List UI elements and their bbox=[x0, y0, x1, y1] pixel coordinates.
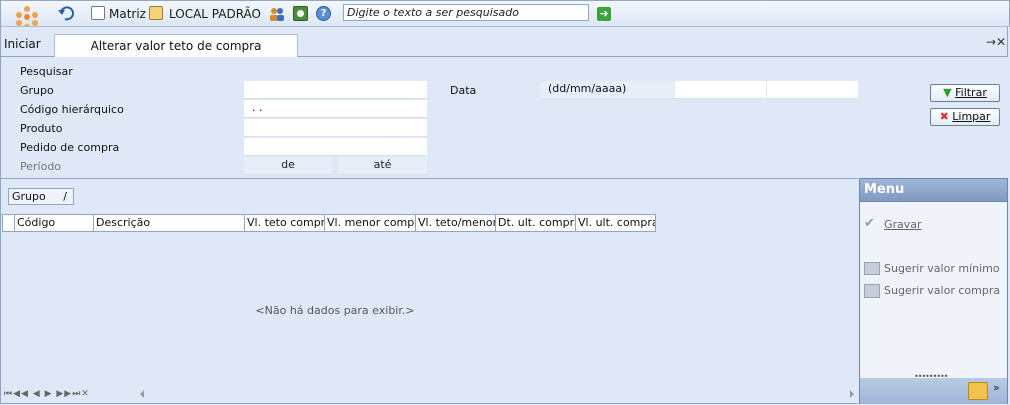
suggest-buy-icon bbox=[864, 284, 880, 298]
search-input[interactable]: Digite o texto a ser pesquisado bbox=[343, 4, 589, 21]
filter-title: Pesquisar bbox=[20, 65, 73, 78]
undo-icon[interactable] bbox=[57, 5, 75, 21]
col-vl-teto-compra[interactable]: Vl. teto compra bbox=[245, 215, 325, 231]
data-format-hint: (dd/mm/aaaa) bbox=[540, 81, 674, 99]
check-icon: ✔ bbox=[864, 216, 875, 231]
col-vl-menor-compra[interactable]: Vl. menor compra bbox=[325, 215, 416, 231]
col-vl-teto-menor[interactable]: Vl. teto/menor bbox=[416, 215, 496, 231]
menu-item-gravar[interactable]: Gravar bbox=[884, 218, 922, 231]
data-field-1[interactable] bbox=[675, 81, 766, 99]
horizontal-scrollbar[interactable] bbox=[138, 388, 856, 400]
produto-label: Produto bbox=[20, 122, 63, 135]
users-icon[interactable] bbox=[268, 6, 286, 22]
notes-icon[interactable] bbox=[968, 382, 988, 400]
overflow-chevron-icon[interactable]: » bbox=[993, 381, 1000, 394]
group-by-chip[interactable]: Grupo / bbox=[8, 188, 74, 205]
menu-title: Menu bbox=[859, 178, 1008, 202]
col-codigo[interactable]: Código bbox=[15, 215, 94, 231]
periodo-label: Período bbox=[20, 160, 62, 173]
codigo-hierarquico-field[interactable]: . . bbox=[244, 100, 427, 118]
tab-alterar-valor-teto[interactable]: Alterar valor teto de compra bbox=[54, 34, 298, 58]
menu-item-sugerir-compra[interactable]: Sugerir valor compra e... bbox=[884, 284, 1004, 297]
grupo-label: Grupo bbox=[20, 84, 54, 97]
grid-pager[interactable]: ⏮◀◀ ◀ ▶ ▶▶⏭✕ bbox=[4, 389, 90, 399]
view-icon[interactable] bbox=[293, 6, 308, 21]
help-icon[interactable]: ? bbox=[316, 6, 331, 21]
location-label[interactable]: LOCAL PADRÃO bbox=[169, 7, 261, 21]
grid-icon[interactable] bbox=[91, 6, 105, 20]
produto-field[interactable] bbox=[244, 119, 427, 137]
periodo-de-field[interactable]: de bbox=[244, 157, 332, 175]
top-toolbar: Matriz LOCAL PADRÃO ? Digite o texto a s… bbox=[0, 0, 1010, 30]
empty-grid-message: <Não há dados para exibir.> bbox=[255, 304, 415, 317]
splitter-grip[interactable]: ••••••••• bbox=[914, 372, 948, 381]
data-field-2[interactable] bbox=[767, 81, 858, 99]
data-label: Data bbox=[450, 84, 477, 97]
results-grid bbox=[0, 178, 858, 404]
location-icon[interactable] bbox=[149, 6, 163, 20]
grid-header: Código Descrição Vl. teto compra Vl. men… bbox=[2, 214, 656, 232]
filter-panel bbox=[0, 57, 859, 178]
codigo-hierarquico-label: Código hierárquico bbox=[20, 103, 124, 116]
pedido-compra-field[interactable] bbox=[244, 138, 427, 156]
col-dt-ult-compra[interactable]: Dt. ult. compra bbox=[496, 215, 576, 231]
grupo-field[interactable] bbox=[244, 81, 427, 99]
suggest-min-icon bbox=[864, 262, 880, 275]
periodo-ate-field[interactable]: até bbox=[338, 157, 427, 175]
filtrar-button[interactable]: ▼ Filtrar bbox=[930, 84, 1000, 102]
limpar-button[interactable]: ✖ Limpar bbox=[930, 108, 1000, 126]
col-vl-ult-compra[interactable]: Vl. ult. compra bbox=[576, 215, 655, 231]
clear-x-icon: ✖ bbox=[939, 110, 949, 123]
tab-iniciar[interactable]: Iniciar bbox=[4, 37, 41, 51]
pedido-compra-label: Pedido de compra bbox=[20, 141, 120, 154]
search-go-icon[interactable]: ➔ bbox=[597, 7, 611, 21]
row-indicator-header bbox=[3, 215, 15, 231]
funnel-icon: ▼ bbox=[943, 86, 952, 99]
company-label[interactable]: Matriz bbox=[109, 7, 146, 21]
col-descricao[interactable]: Descrição bbox=[94, 215, 245, 231]
close-tab-icon[interactable]: →✕ bbox=[986, 35, 1006, 49]
menu-item-sugerir-minimo[interactable]: Sugerir valor mínimo bbox=[884, 262, 1000, 275]
